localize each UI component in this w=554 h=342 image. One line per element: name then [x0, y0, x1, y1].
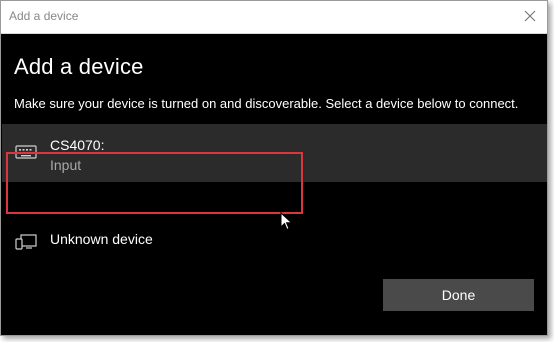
mouse-cursor-icon: [280, 212, 293, 231]
window-title: Add a device: [9, 9, 79, 23]
keyboard-icon: [15, 145, 37, 159]
close-icon[interactable]: [519, 5, 541, 27]
device-name: Unknown device: [50, 231, 153, 247]
device-type: Input: [50, 157, 82, 173]
dialog-heading: Add a device: [14, 54, 144, 79]
device-item-unknown[interactable]: Unknown device: [2, 217, 547, 275]
device-icon: [15, 234, 37, 250]
dialog-instructions: Make sure your device is turned on and d…: [14, 96, 519, 111]
title-bar: Add a device: [1, 1, 547, 34]
device-item-cs4070[interactable]: CS4070: Input: [2, 124, 547, 182]
add-device-window: Add a device Add a device Make sure your…: [0, 0, 548, 336]
done-button[interactable]: Done: [383, 279, 534, 311]
device-name: CS4070:: [50, 137, 105, 153]
